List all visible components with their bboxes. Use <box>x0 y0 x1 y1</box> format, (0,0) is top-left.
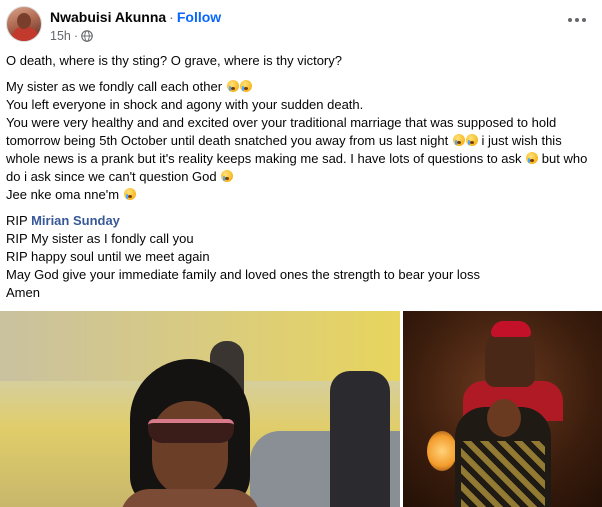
more-horizontal-icon[interactable] <box>566 14 588 26</box>
author-name[interactable]: Nwabuisi Akunna <box>50 9 166 25</box>
crying-face-icon <box>226 80 239 92</box>
crying-face-icon <box>526 152 539 164</box>
couple-in-traditional-attire-photo[interactable] <box>403 311 602 507</box>
globe-icon <box>81 30 93 42</box>
mention-link[interactable]: Mirian Sunday <box>31 213 120 228</box>
post-timestamp[interactable]: 15h <box>50 29 71 43</box>
text-line: My sister as we fondly call each other <box>6 78 598 96</box>
follow-button[interactable]: Follow <box>177 9 221 25</box>
author-row: Nwabuisi Akunna · Follow <box>50 9 221 25</box>
text-line: RIP My sister as I fondly call you <box>6 231 194 246</box>
woman-with-braids-and-sunglasses-photo[interactable] <box>0 311 400 507</box>
text-line: RIP Mirian Sunday <box>6 213 120 228</box>
post-photos <box>0 311 602 507</box>
crying-face-icon <box>123 188 136 200</box>
text-line: You left everyone in shock and agony wit… <box>6 97 364 112</box>
crying-face-icon <box>239 80 252 92</box>
post-meta: 15h · <box>50 29 93 43</box>
text-line: You were very healthy and and excited ov… <box>6 115 588 184</box>
separator-dot: · <box>169 9 174 25</box>
author-avatar[interactable] <box>6 6 42 42</box>
separator-dot-2: · <box>73 29 79 43</box>
post-header: Nwabuisi Akunna · Follow 15h · <box>6 6 596 46</box>
text-line: May God give your immediate family and l… <box>6 267 481 282</box>
post-text: O death, where is thy sting? O grave, wh… <box>6 52 598 302</box>
crying-face-icon <box>465 134 478 146</box>
text-line: O death, where is thy sting? O grave, wh… <box>6 53 342 68</box>
crying-face-icon <box>221 170 234 182</box>
crying-face-icon <box>452 134 465 146</box>
text-line: Amen <box>6 285 40 300</box>
text-line: Jee nke oma nne'm <box>6 186 598 204</box>
facebook-post: Nwabuisi Akunna · Follow 15h · O death, wh… <box>0 0 602 507</box>
text-line: RIP happy soul until we meet again <box>6 249 210 264</box>
